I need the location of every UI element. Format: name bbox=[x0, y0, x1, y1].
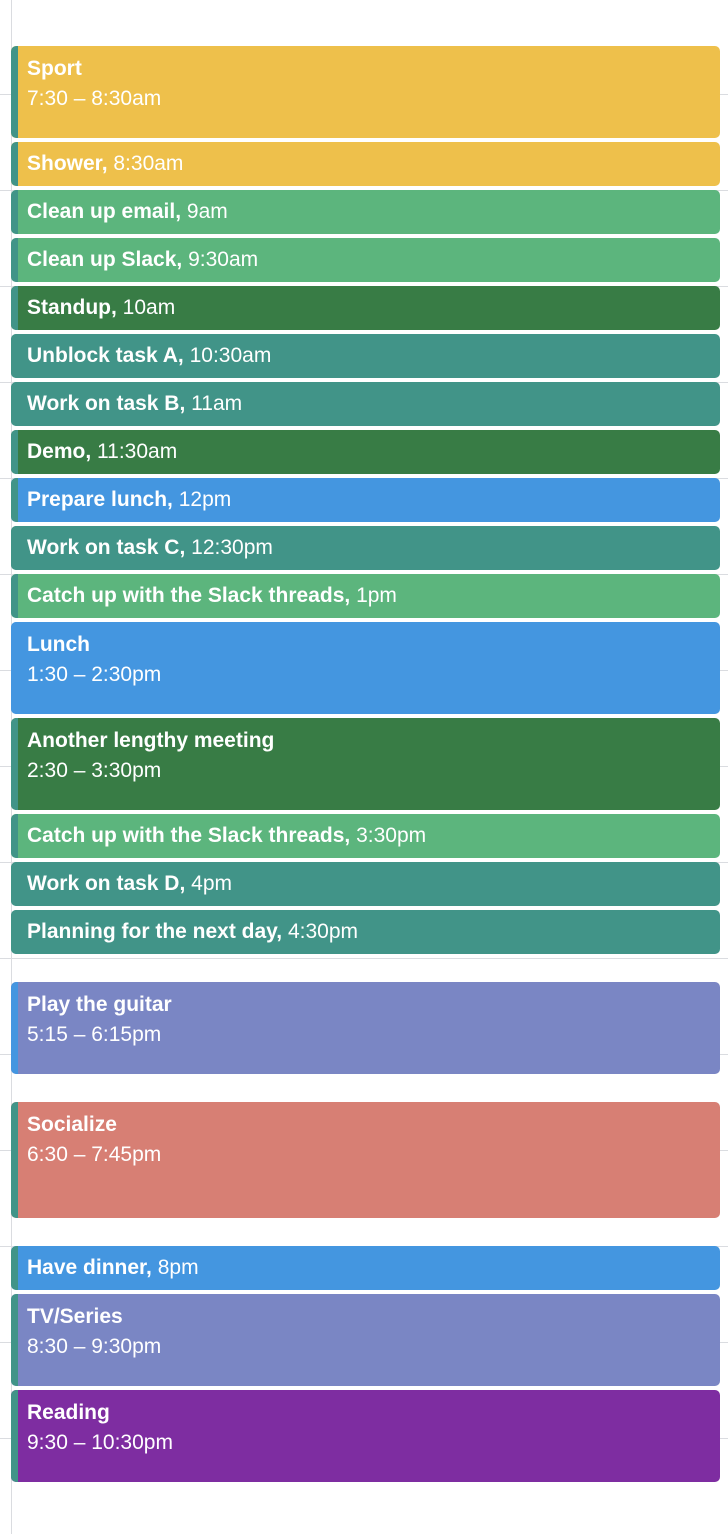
event-catch-up-slack-threads[interactable]: Catch up with the Slack threads, 3:30pm bbox=[11, 814, 720, 858]
event-time: 1:30 – 2:30pm bbox=[27, 663, 162, 686]
event-time: 2:30 – 3:30pm bbox=[27, 759, 162, 782]
event-title: Have dinner, bbox=[27, 1256, 152, 1279]
event-color-stripe bbox=[11, 1294, 18, 1386]
event-time: 10:30am bbox=[189, 344, 272, 367]
event-socialize[interactable]: Socialize 6:30 – 7:45pm bbox=[11, 1102, 720, 1218]
event-standup[interactable]: Standup, 10am bbox=[11, 286, 720, 330]
event-prepare-lunch[interactable]: Prepare lunch, 12pm bbox=[11, 478, 720, 522]
event-title: Demo, bbox=[27, 440, 92, 463]
event-color-stripe bbox=[11, 430, 18, 474]
event-time: 8pm bbox=[157, 1256, 199, 1279]
event-reading[interactable]: Reading 9:30 – 10:30pm bbox=[11, 1390, 720, 1482]
event-sport[interactable]: Sport 7:30 – 8:30am bbox=[11, 46, 720, 138]
event-shower[interactable]: Shower, 8:30am bbox=[11, 142, 720, 186]
event-color-stripe bbox=[11, 718, 18, 810]
event-time: 8:30 – 9:30pm bbox=[27, 1335, 162, 1358]
event-time: 9:30am bbox=[188, 248, 259, 271]
event-title: Standup, bbox=[27, 296, 117, 319]
event-color-stripe bbox=[11, 286, 18, 330]
event-another-lengthy-meeting[interactable]: Another lengthy meeting 2:30 – 3:30pm bbox=[11, 718, 720, 810]
event-title: Another lengthy meeting bbox=[27, 729, 275, 752]
event-title: Play the guitar bbox=[27, 993, 172, 1016]
event-title: Planning for the next day, bbox=[27, 920, 283, 943]
event-title: Unblock task A, bbox=[27, 344, 184, 367]
event-planning-next-day[interactable]: Planning for the next day, 4:30pm bbox=[11, 910, 720, 954]
event-color-stripe bbox=[11, 334, 18, 378]
event-title: Shower, bbox=[27, 152, 108, 175]
event-title: Clean up email, bbox=[27, 200, 182, 223]
event-title: Work on task C, bbox=[27, 536, 186, 559]
event-unblock-task-a[interactable]: Unblock task A, 10:30am bbox=[11, 334, 720, 378]
event-catch-up-slack-threads[interactable]: Catch up with the Slack threads, 1pm bbox=[11, 574, 720, 618]
event-work-on-task-c[interactable]: Work on task C, 12:30pm bbox=[11, 526, 720, 570]
event-time: 4:30pm bbox=[287, 920, 359, 943]
event-color-stripe bbox=[11, 910, 18, 954]
event-color-stripe bbox=[11, 622, 18, 714]
event-color-stripe bbox=[11, 238, 18, 282]
event-time: 7:30 – 8:30am bbox=[27, 87, 162, 110]
event-work-on-task-d[interactable]: Work on task D, 4pm bbox=[11, 862, 720, 906]
event-time: 11:30am bbox=[97, 440, 178, 463]
event-color-stripe bbox=[11, 190, 18, 234]
event-title: Reading bbox=[27, 1401, 110, 1424]
event-demo[interactable]: Demo, 11:30am bbox=[11, 430, 720, 474]
event-lunch[interactable]: Lunch 1:30 – 2:30pm bbox=[11, 622, 720, 714]
event-color-stripe bbox=[11, 1390, 18, 1482]
event-title: Prepare lunch, bbox=[27, 488, 173, 511]
event-title: TV/Series bbox=[27, 1305, 123, 1328]
event-time: 12:30pm bbox=[191, 536, 273, 559]
event-clean-up-email[interactable]: Clean up email, 9am bbox=[11, 190, 720, 234]
event-title: Catch up with the Slack threads, bbox=[27, 584, 351, 607]
event-time: 4pm bbox=[191, 872, 233, 895]
event-color-stripe bbox=[11, 46, 18, 138]
event-time: 5:15 – 6:15pm bbox=[27, 1023, 162, 1046]
event-work-on-task-b[interactable]: Work on task B, 11am bbox=[11, 382, 720, 426]
event-title: Clean up Slack, bbox=[27, 248, 183, 271]
event-color-stripe bbox=[11, 862, 18, 906]
event-title: Work on task B, bbox=[27, 392, 186, 415]
event-time: 6:30 – 7:45pm bbox=[27, 1143, 162, 1166]
event-color-stripe bbox=[11, 1102, 18, 1218]
event-tv-series[interactable]: TV/Series 8:30 – 9:30pm bbox=[11, 1294, 720, 1386]
event-color-stripe bbox=[11, 382, 18, 426]
event-time: 3:30pm bbox=[356, 824, 427, 847]
event-time: 8:30am bbox=[113, 152, 184, 175]
event-color-stripe bbox=[11, 478, 18, 522]
event-clean-up-slack[interactable]: Clean up Slack, 9:30am bbox=[11, 238, 720, 282]
event-color-stripe bbox=[11, 142, 18, 186]
event-color-stripe bbox=[11, 574, 18, 618]
event-color-stripe bbox=[11, 814, 18, 858]
event-title: Work on task D, bbox=[27, 872, 186, 895]
event-time: 11am bbox=[191, 392, 243, 415]
event-color-stripe bbox=[11, 982, 18, 1074]
event-time: 9:30 – 10:30pm bbox=[27, 1431, 173, 1454]
event-title: Catch up with the Slack threads, bbox=[27, 824, 351, 847]
event-title: Lunch bbox=[27, 633, 90, 656]
calendar-day-view: Sport 7:30 – 8:30am Shower, 8:30am Clean… bbox=[0, 0, 728, 1534]
event-time: 9am bbox=[186, 200, 228, 223]
event-color-stripe bbox=[11, 1246, 18, 1290]
hour-gridline bbox=[0, 958, 728, 959]
event-time: 12pm bbox=[178, 488, 232, 511]
event-have-dinner[interactable]: Have dinner, 8pm bbox=[11, 1246, 720, 1290]
event-title: Socialize bbox=[27, 1113, 117, 1136]
event-time: 1pm bbox=[356, 584, 397, 607]
event-title: Sport bbox=[27, 57, 82, 80]
event-time: 10am bbox=[122, 296, 176, 319]
event-play-the-guitar[interactable]: Play the guitar 5:15 – 6:15pm bbox=[11, 982, 720, 1074]
event-color-stripe bbox=[11, 526, 18, 570]
